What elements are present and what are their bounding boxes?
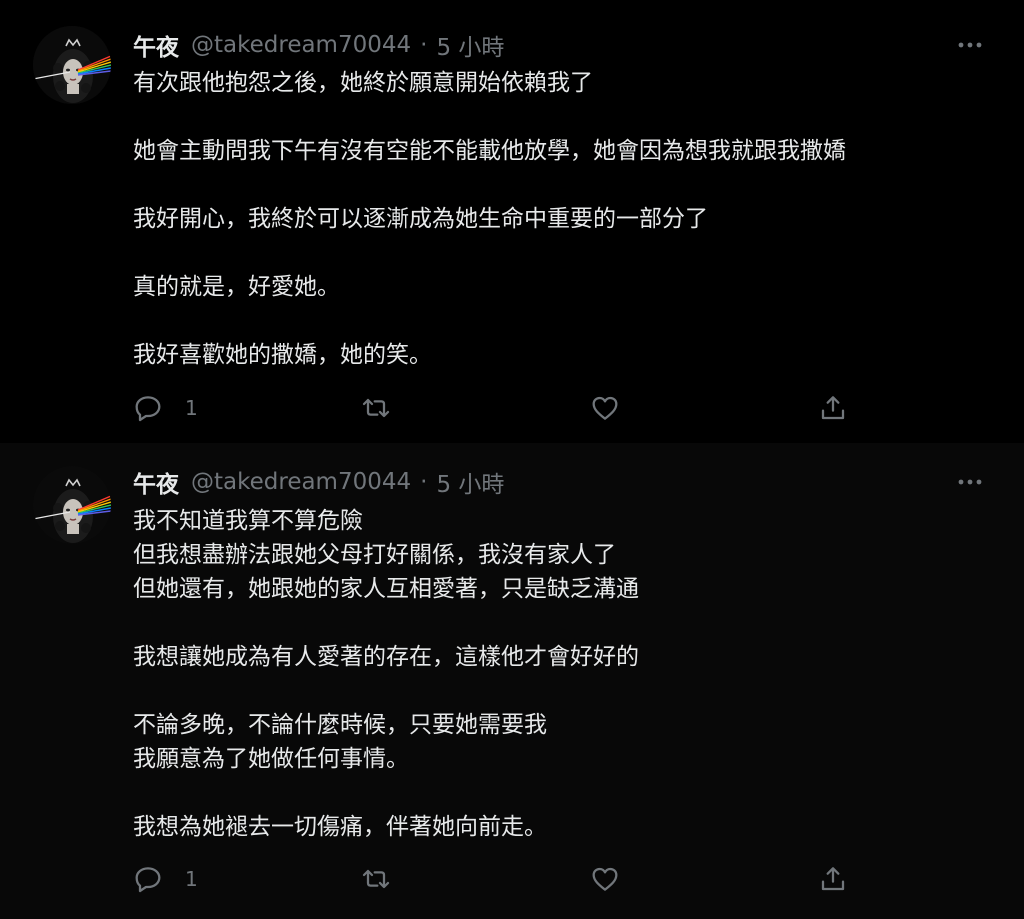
tweet-time[interactable]: 5 小時 bbox=[436, 28, 504, 62]
tweet-line: 有次跟他抱怨之後，她終於願意開始依賴我了 bbox=[133, 70, 593, 96]
more-dots-icon bbox=[958, 42, 982, 48]
tweet-actions: 1 bbox=[0, 390, 1024, 426]
author-name[interactable]: 午夜 bbox=[133, 465, 179, 499]
avatar[interactable] bbox=[33, 26, 111, 104]
share-icon bbox=[821, 867, 845, 891]
avatar-prism-portrait-icon bbox=[33, 26, 111, 104]
tweet-line: 不論多晚，不論什麼時候，只要她需要我 bbox=[133, 712, 547, 738]
reply-count: 1 bbox=[185, 396, 198, 420]
separator-dot: · bbox=[420, 32, 428, 58]
tweet-line: 我願意為了她做任何事情。 bbox=[133, 746, 409, 772]
tweet-text: 我不知道我算不算危險 但我想盡辦法跟她父母打好關係，我沒有家人了 但她還有，她跟… bbox=[133, 504, 993, 844]
tweet-time[interactable]: 5 小時 bbox=[436, 465, 504, 499]
reply-count: 1 bbox=[185, 867, 198, 891]
tweet[interactable]: 午夜 @takedream70044 · 5 小時 有次跟他抱怨之後，她終於願意… bbox=[0, 0, 1024, 443]
reply-button[interactable]: 1 bbox=[132, 861, 198, 897]
more-button[interactable] bbox=[955, 30, 987, 60]
retweet-button[interactable] bbox=[358, 861, 394, 897]
like-button[interactable] bbox=[589, 390, 621, 426]
like-button[interactable] bbox=[589, 861, 621, 897]
avatar[interactable] bbox=[33, 466, 111, 544]
author-handle[interactable]: @takedream70044 bbox=[191, 469, 411, 495]
tweet-header: 午夜 @takedream70044 · 5 小時 bbox=[133, 28, 504, 62]
heart-icon bbox=[592, 396, 618, 420]
tweet-actions: 1 bbox=[0, 861, 1024, 897]
tweet-line: 我好開心，我終於可以逐漸成為她生命中重要的一部分了 bbox=[133, 206, 708, 232]
reply-button[interactable]: 1 bbox=[132, 390, 198, 426]
retweet-icon bbox=[362, 398, 390, 418]
tweet-line: 她會主動問我下午有沒有空能不能載他放學，她會因為想我就跟我撒嬌 bbox=[133, 138, 846, 164]
tweet-line: 真的就是，好愛她。 bbox=[133, 274, 340, 300]
retweet-button[interactable] bbox=[358, 390, 394, 426]
avatar-prism-portrait-icon bbox=[33, 466, 111, 544]
retweet-icon bbox=[362, 869, 390, 889]
tweet-line: 但我想盡辦法跟她父母打好關係，我沒有家人了 bbox=[133, 542, 616, 568]
more-button[interactable] bbox=[955, 467, 987, 497]
author-handle[interactable]: @takedream70044 bbox=[191, 32, 411, 58]
tweet-line: 我不知道我算不算危險 bbox=[133, 508, 363, 534]
author-name[interactable]: 午夜 bbox=[133, 28, 179, 62]
reply-icon bbox=[135, 867, 161, 893]
tweet-text: 有次跟他抱怨之後，她終於願意開始依賴我了 她會主動問我下午有沒有空能不能載他放學… bbox=[133, 66, 993, 372]
tweet-header: 午夜 @takedream70044 · 5 小時 bbox=[133, 465, 504, 499]
share-icon bbox=[821, 396, 845, 420]
reply-icon bbox=[135, 396, 161, 422]
tweet-line: 我好喜歡她的撒嬌，她的笑。 bbox=[133, 342, 432, 368]
share-button[interactable] bbox=[817, 861, 849, 897]
more-dots-icon bbox=[958, 479, 982, 485]
tweet-line: 但她還有，她跟她的家人互相愛著，只是缺乏溝通 bbox=[133, 576, 639, 602]
tweet-line: 我想讓她成為有人愛著的存在，這樣他才會好好的 bbox=[133, 644, 639, 670]
share-button[interactable] bbox=[817, 390, 849, 426]
tweet-line: 我想為她褪去一切傷痛，伴著她向前走。 bbox=[133, 814, 547, 840]
separator-dot: · bbox=[420, 469, 428, 495]
heart-icon bbox=[592, 867, 618, 891]
